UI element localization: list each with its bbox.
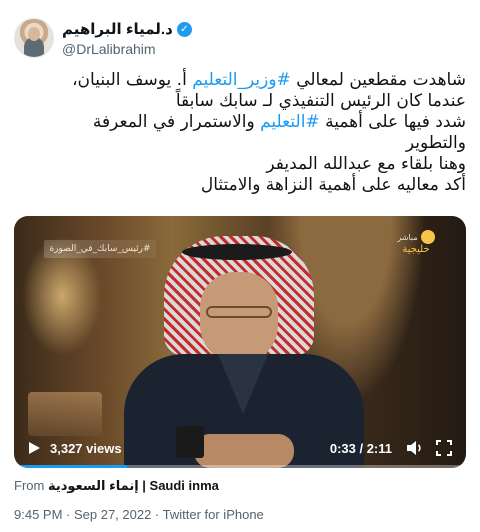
tweet-line: والتطوير (14, 133, 466, 154)
volume-icon[interactable] (406, 440, 424, 456)
author-names: د.لمياء البراهيم ✓ @DrLalibrahim (62, 20, 192, 57)
media-source: From إنماء السعودية | Saudi inma (14, 478, 219, 494)
tweet-text-segment: شاهدت مقطعين لمعالي (290, 70, 466, 90)
video-progress-fill (14, 465, 127, 468)
avatar-face (28, 27, 40, 41)
fullscreen-icon[interactable] (436, 440, 452, 456)
tweet-line: وهنا بلقاء مع عبدالله المديفر (14, 154, 466, 175)
tweet-line: عندما كان الرئيس التنفيذي لـ سابك سابقاً (14, 91, 466, 112)
video-player[interactable]: #رئيس_سابك_في_الصورة مباشر خليجية 3,327 … (14, 216, 466, 468)
hashtag-link[interactable]: #وزير_التعليم (192, 70, 291, 90)
tweet-text-segment: وهنا بلقاء مع عبدالله المديفر (266, 154, 466, 174)
view-count: 3,327 views (50, 441, 122, 456)
play-icon[interactable] (26, 440, 42, 456)
tweet-header: د.لمياء البراهيم ✓ @DrLalibrahim (14, 14, 466, 58)
author-name-text[interactable]: د.لمياء البراهيم (62, 20, 173, 38)
tweet-timestamp[interactable]: 9:45 PM · Sep 27, 2022 · Twitter for iPh… (14, 507, 264, 522)
author-avatar[interactable] (14, 18, 54, 58)
video-progress-bar[interactable] (14, 465, 466, 468)
subject-face (200, 272, 278, 364)
tweet-text-segment: والاستمرار في المعرفة (92, 112, 261, 132)
tweet-text-segment: شدد فيها على أهمية (319, 112, 466, 132)
author-handle[interactable]: @DrLalibrahim (62, 41, 192, 57)
source-link[interactable]: إنماء السعودية | Saudi inma (48, 478, 219, 493)
tweet-line: شاهدت مقطعين لمعالي #وزير_التعليم أ. يوس… (14, 70, 466, 91)
channel-logo: مباشر خليجية (378, 230, 454, 266)
channel-logo-icon (420, 230, 435, 244)
author-display-name[interactable]: د.لمياء البراهيم ✓ (62, 20, 192, 38)
subject-agal (182, 244, 292, 260)
channel-live-label: مباشر (397, 233, 418, 242)
tweet-text-segment: أكد معاليه على أهمية النزاهة والامتثال (200, 175, 466, 195)
video-time: 0:33 / 2:11 (329, 441, 392, 456)
tweet-text: شاهدت مقطعين لمعالي #وزير_التعليم أ. يوس… (14, 70, 466, 196)
tweet-text-segment: أ. يوسف البنيان، (72, 70, 193, 90)
tweet-text-segment: والتطوير (405, 133, 466, 153)
channel-name: خليجية (402, 244, 430, 255)
hashtag-link[interactable]: #التعليم (260, 112, 320, 132)
video-controls: 3,327 views 0:33 / 2:11 (14, 424, 466, 468)
source-from-label: From (14, 478, 45, 493)
tweet-line: شدد فيها على أهمية #التعليم والاستمرار ف… (14, 112, 466, 133)
tweet-metadata: 9:45 PM · Sep 27, 2022 · Twitter for iPh… (14, 507, 264, 522)
subject-glasses (206, 306, 272, 318)
verified-badge-icon: ✓ (176, 21, 192, 37)
tweet-line: أكد معاليه على أهمية النزاهة والامتثال (14, 175, 466, 196)
tweet-text-segment: عندما كان الرئيس التنفيذي لـ سابك سابقاً (175, 91, 466, 111)
